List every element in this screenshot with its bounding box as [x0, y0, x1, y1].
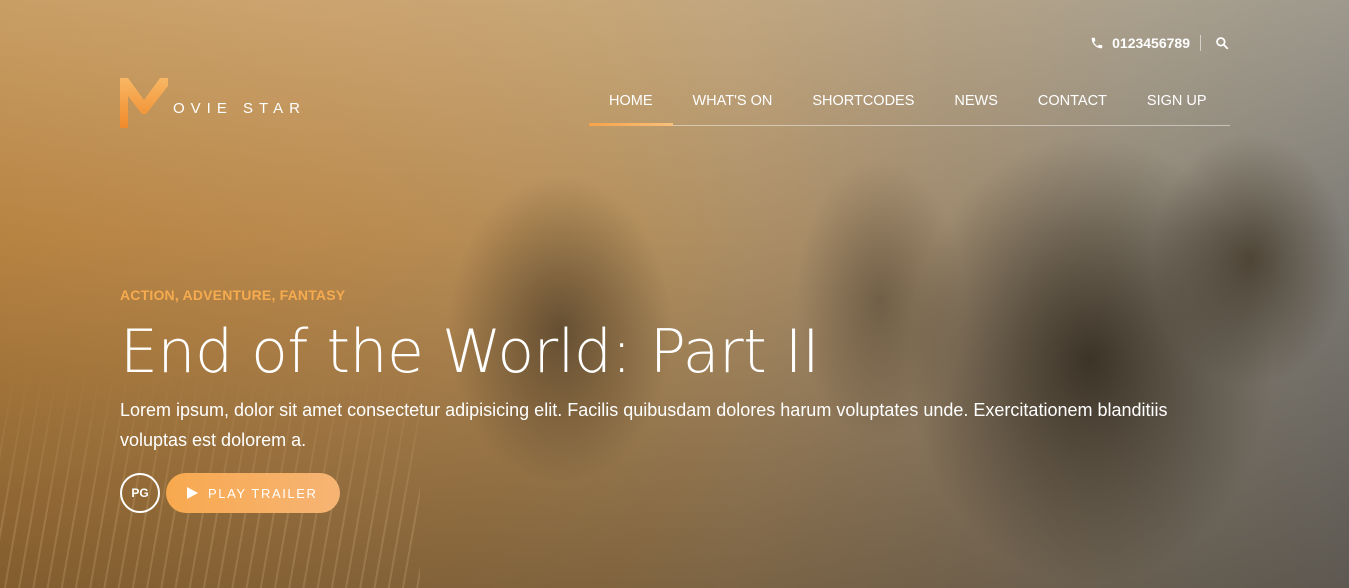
- phone-number: 0123456789: [1112, 35, 1190, 51]
- phone-link[interactable]: 0123456789: [1090, 35, 1201, 51]
- nav-item-whats-on[interactable]: WHAT'S ON: [673, 86, 793, 124]
- movie-description: Lorem ipsum, dolor sit amet consectetur …: [120, 400, 1168, 450]
- top-bar: 0123456789: [1090, 32, 1229, 54]
- play-trailer-label: PLAY TRAILER: [208, 485, 318, 501]
- movie-genres: ACTION, ADVENTURE, FANTASY: [120, 287, 346, 303]
- nav-item-sign-up[interactable]: SIGN UP: [1127, 86, 1227, 124]
- hero-content: ACTION, ADVENTURE, FANTASY End of the Wo…: [120, 287, 1220, 513]
- hero-actions: PG PLAY TRAILER: [120, 473, 1220, 513]
- rating-badge: PG: [120, 473, 160, 513]
- movie-title: End of the World: Part II: [120, 317, 820, 387]
- search-icon: [1215, 36, 1229, 50]
- nav-item-shortcodes[interactable]: SHORTCODES: [792, 86, 934, 124]
- play-icon: [186, 487, 198, 499]
- phone-icon: [1090, 36, 1104, 50]
- nav-item-contact[interactable]: CONTACT: [1018, 86, 1127, 124]
- logo-m-mark: [119, 76, 171, 128]
- main-nav: HOME WHAT'S ON SHORTCODES NEWS CONTACT S…: [589, 86, 1230, 126]
- logo-text: OVIE STAR: [173, 99, 306, 117]
- site-logo[interactable]: OVIE STAR: [119, 76, 306, 128]
- play-trailer-button[interactable]: PLAY TRAILER: [166, 473, 340, 513]
- nav-item-news[interactable]: NEWS: [934, 86, 1018, 124]
- nav-item-home[interactable]: HOME: [589, 86, 673, 126]
- search-button[interactable]: [1201, 36, 1229, 50]
